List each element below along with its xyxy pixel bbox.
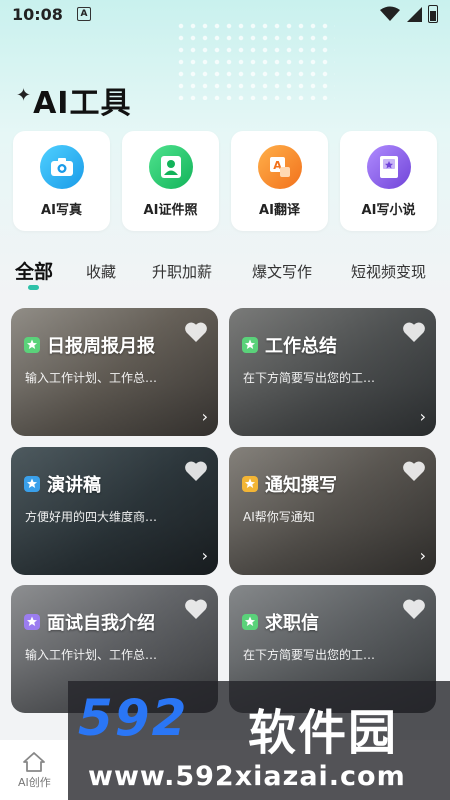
card-title: 通知撰写 (265, 475, 337, 496)
favorite-heart-icon[interactable] (183, 597, 209, 621)
tool-label: AI翻译 (259, 202, 300, 218)
wifi-icon (380, 6, 400, 21)
sparkle-icon: ✦ (16, 85, 32, 106)
notification-icon: A (76, 7, 91, 21)
translate-icon: A (257, 144, 302, 189)
chevron-right-icon: › (419, 546, 426, 565)
page-title: AI工具 (33, 86, 132, 121)
tool-ai-translate[interactable]: A AI翻译 (231, 131, 328, 231)
card-title: 演讲稿 (47, 475, 101, 496)
tab-short-video[interactable]: 短视频变现 (351, 261, 426, 282)
watermark-name: 软件园 (248, 705, 399, 761)
template-card[interactable]: 工作总结 在下方简要写出您的工… › (229, 308, 436, 436)
tab-promotion[interactable]: 升职加薪 (152, 261, 212, 282)
tool-label: AI写小说 (361, 202, 416, 218)
favorite-heart-icon[interactable] (401, 459, 427, 483)
card-description: 在下方简要写出您的工… (243, 648, 376, 662)
chevron-right-icon: › (201, 407, 208, 426)
favorite-heart-icon[interactable] (183, 320, 209, 344)
card-title: 面试自我介绍 (47, 613, 155, 634)
card-description: 输入工作计划、工作总… (25, 648, 158, 662)
favorite-heart-icon[interactable] (401, 597, 427, 621)
tab-viral-writing[interactable]: 爆文写作 (252, 261, 312, 282)
status-icons (380, 5, 438, 23)
card-title: 工作总结 (265, 336, 337, 357)
watermark-url: www.592xiazai.com (88, 761, 406, 792)
tool-ai-portrait[interactable]: AI写真 (13, 131, 110, 231)
star-icon (242, 614, 258, 630)
card-title: 求职信 (265, 613, 319, 634)
status-time: 10:08 (12, 4, 63, 24)
card-description: 方便好用的四大维度商… (25, 510, 158, 524)
favorite-heart-icon[interactable] (401, 320, 427, 344)
book-icon (366, 144, 411, 189)
template-card[interactable]: 日报周报月报 输入工作计划、工作总… › (11, 308, 218, 436)
chevron-right-icon: › (201, 546, 208, 565)
tool-ai-id-photo[interactable]: AI证件照 (122, 131, 219, 231)
camera-icon (39, 144, 84, 189)
star-icon (24, 476, 40, 492)
tab-favorites[interactable]: 收藏 (86, 261, 116, 282)
card-title: 日报周报月报 (47, 336, 155, 357)
watermark: 592 软件园 www.592xiazai.com (68, 681, 450, 800)
star-icon (242, 337, 258, 353)
battery-icon (428, 5, 438, 23)
ai-tools-row: AI写真 AI证件照 A AI翻译 AI写小说 (13, 131, 438, 231)
favorite-heart-icon[interactable] (183, 459, 209, 483)
tab-all[interactable]: 全部 (15, 257, 53, 284)
status-bar: 10:08 A (0, 0, 450, 28)
star-icon (24, 337, 40, 353)
id-photo-icon (148, 144, 193, 189)
card-description: AI帮你写通知 (243, 510, 315, 524)
card-description: 输入工作计划、工作总… (25, 371, 158, 385)
template-card[interactable]: 演讲稿 方便好用的四大维度商… › (11, 447, 218, 575)
watermark-logo: 592 (78, 689, 189, 747)
star-icon (24, 614, 40, 630)
decorative-dots (175, 20, 335, 100)
nav-item-ai-create[interactable]: AI创作 (18, 752, 51, 790)
category-tabs: 全部 收藏 升职加薪 爆文写作 短视频变现 (0, 255, 450, 295)
signal-icon (407, 7, 422, 22)
template-card[interactable]: 通知撰写 AI帮你写通知 › (229, 447, 436, 575)
chevron-right-icon: › (419, 407, 426, 426)
home-icon (23, 752, 46, 772)
tool-ai-novel[interactable]: AI写小说 (340, 131, 437, 231)
tool-label: AI写真 (41, 202, 82, 218)
page-title-row: ✦ AI工具 (16, 78, 131, 122)
card-description: 在下方简要写出您的工… (243, 371, 376, 385)
nav-label: AI创作 (18, 776, 51, 789)
star-icon (242, 476, 258, 492)
tool-label: AI证件照 (143, 202, 198, 218)
active-tab-indicator (28, 285, 39, 290)
